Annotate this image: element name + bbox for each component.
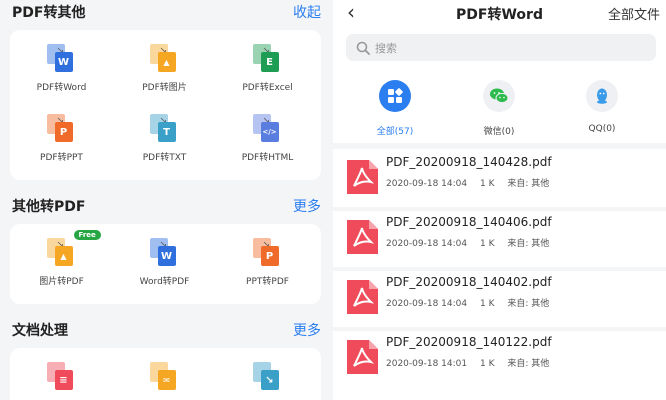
pdf-file-icon [347, 280, 378, 314]
pdf-file-icon [347, 220, 378, 254]
file-source: 来自: 其他 [507, 179, 550, 189]
file-source: 来自: 其他 [507, 299, 550, 309]
tool-label: Word转PDF [139, 277, 190, 287]
tool-label: PDF转Excel [242, 83, 293, 93]
file-datetime: 2020-09-18 14:04 [386, 239, 468, 249]
filter-label: 微信(0) [483, 127, 515, 137]
file-meta: 2020-09-18 14:04 1 K 来自: 其他 [386, 176, 559, 189]
file-source: 来自: 其他 [507, 239, 550, 249]
html-file-icon: ↘ </> [252, 114, 283, 144]
tool-pdf-to-txt[interactable]: ↘ T PDF转TXT [113, 114, 216, 163]
tool-pdf-to-excel[interactable]: ↘ E PDF转Excel [216, 44, 319, 93]
file-size: 1 K [479, 359, 495, 369]
file-row[interactable]: PDF_20200918_140122.pdf 2020-09-18 14:01… [333, 331, 666, 391]
tool-label: 图片转PDF [39, 277, 84, 287]
free-badge: Free [73, 230, 101, 240]
wechat-icon [483, 80, 515, 112]
word-file-icon: ↘ W [149, 238, 180, 268]
section-title: 其他转PDF [12, 199, 86, 215]
file-datetime: 2020-09-18 14:01 [386, 359, 468, 369]
tool-label: PPT转PDF [246, 277, 289, 287]
tool-label: PDF转PPT [40, 153, 83, 163]
file-meta: 2020-09-18 14:01 1 K 来自: 其他 [386, 356, 559, 369]
tool-word-to-pdf[interactable]: ↘ W Word转PDF [113, 238, 216, 287]
pdf-to-other-card: ↘ W PDF转Word ↘ ▲ PDF转图片 ↘ E PDF转Excel ↘ … [10, 30, 321, 180]
search-placeholder: 搜索 [375, 41, 397, 55]
txt-file-icon: ↘ T [149, 114, 180, 144]
file-row[interactable]: PDF_20200918_140406.pdf 2020-09-18 14:04… [333, 211, 666, 271]
search-icon [356, 41, 370, 55]
more-link[interactable]: 更多 [293, 320, 321, 340]
other-to-pdf-card: ↘ ▲ Free 图片转PDF ↘ W Word转PDF ↘ P PPT转PDF [10, 224, 321, 304]
search-bar[interactable]: 搜索 [346, 34, 656, 61]
file-size: 1 K [479, 299, 495, 309]
tool-image-to-pdf[interactable]: ↘ ▲ Free 图片转PDF [10, 230, 113, 287]
more-link[interactable]: 更多 [293, 196, 321, 216]
filter-all[interactable]: 全部(57) [355, 80, 435, 137]
section-header-pdf-to-other: PDF转其他 收起 [12, 2, 321, 22]
qq-icon [586, 80, 618, 112]
ppt-file-icon: ↘ P [46, 114, 77, 144]
section-header-other-to-pdf: 其他转PDF 更多 [12, 196, 321, 216]
compress-document-icon: ↘ [252, 362, 283, 392]
document-icon: ≡ [46, 362, 77, 392]
tool-ppt-to-pdf[interactable]: ↘ P PPT转PDF [216, 238, 319, 287]
divider [333, 143, 666, 149]
all-files-filter-icon [379, 80, 411, 112]
filter-qq[interactable]: QQ(0) [562, 80, 642, 134]
pdf-file-icon [347, 340, 378, 374]
tool-pdf-to-html[interactable]: ↘ </> PDF转HTML [216, 114, 319, 163]
tool-doc-process-2[interactable]: ✉ [113, 362, 216, 392]
file-meta: 2020-09-18 14:04 1 K 来自: 其他 [386, 236, 559, 249]
file-size: 1 K [479, 239, 495, 249]
file-name: PDF_20200918_140402.pdf [386, 275, 552, 289]
file-name: PDF_20200918_140406.pdf [386, 215, 552, 229]
pdf-file-icon [347, 160, 378, 194]
tools-panel: PDF转其他 收起 ↘ W PDF转Word ↘ ▲ PDF转图片 ↘ E PD… [0, 0, 333, 400]
excel-file-icon: ↘ E [252, 44, 283, 74]
stamp-document-icon: ✉ [149, 362, 180, 392]
file-datetime: 2020-09-18 14:04 [386, 299, 468, 309]
file-row[interactable]: PDF_20200918_140428.pdf 2020-09-18 14:04… [333, 151, 666, 211]
all-files-button[interactable]: 全部文件 [608, 4, 660, 23]
tool-pdf-to-image[interactable]: ↘ ▲ PDF转图片 [113, 44, 216, 93]
tool-label: PDF转图片 [142, 83, 187, 93]
tool-pdf-to-ppt[interactable]: ↘ P PDF转PPT [10, 114, 113, 163]
filter-label: 全部(57) [376, 127, 414, 137]
file-source: 来自: 其他 [507, 359, 550, 369]
tool-doc-process-1[interactable]: ≡ [10, 362, 113, 392]
image-file-icon: ↘ ▲ [149, 44, 180, 74]
file-meta: 2020-09-18 14:04 1 K 来自: 其他 [386, 296, 559, 309]
ppt-file-icon: ↘ P [252, 238, 283, 268]
file-datetime: 2020-09-18 14:04 [386, 179, 468, 189]
word-file-icon: ↘ W [46, 44, 77, 74]
tool-label: PDF转Word [36, 83, 87, 93]
image-file-icon: ↘ ▲ Free [46, 230, 101, 268]
file-name: PDF_20200918_140428.pdf [386, 155, 552, 169]
file-row[interactable]: PDF_20200918_140402.pdf 2020-09-18 14:04… [333, 271, 666, 331]
file-size: 1 K [479, 179, 495, 189]
collapse-link[interactable]: 收起 [293, 2, 321, 22]
section-title: 文档处理 [12, 323, 68, 339]
tool-label: PDF转HTML [241, 153, 294, 163]
filter-wechat[interactable]: 微信(0) [459, 80, 539, 137]
file-name: PDF_20200918_140122.pdf [386, 335, 552, 349]
doc-process-card: ≡ ✉ ↘ [10, 348, 321, 400]
filter-label: QQ(0) [588, 124, 616, 134]
tool-doc-process-3[interactable]: ↘ [216, 362, 319, 392]
tool-label: PDF转TXT [142, 153, 187, 163]
file-picker-panel: ‹ PDF转Word 全部文件 搜索 全部(57) 微信(0) QQ(0) PD… [333, 0, 666, 400]
section-header-doc-process: 文档处理 更多 [12, 320, 321, 340]
section-title: PDF转其他 [12, 5, 86, 21]
tool-pdf-to-word[interactable]: ↘ W PDF转Word [10, 44, 113, 93]
top-bar: ‹ PDF转Word 全部文件 [333, 0, 666, 26]
